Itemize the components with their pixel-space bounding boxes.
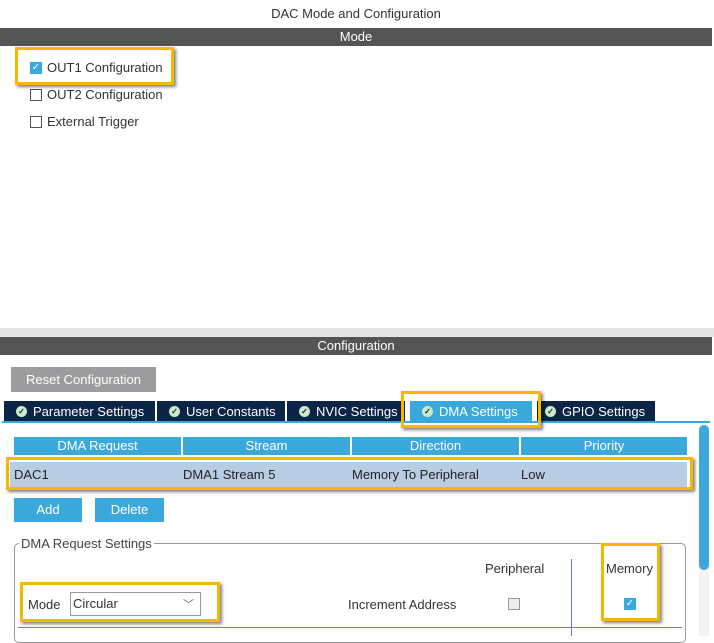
external-trigger-label: External Trigger — [47, 114, 139, 129]
cell-priority: Low — [521, 467, 545, 482]
column-divider — [571, 559, 572, 636]
delete-button[interactable]: Delete — [95, 498, 164, 522]
memory-increment-checkbox[interactable]: ✓ — [624, 598, 636, 610]
column-header[interactable]: Priority — [521, 437, 687, 455]
memory-label: Memory — [606, 561, 653, 576]
mode-value: Circular — [73, 596, 118, 611]
tab-label: NVIC Settings — [316, 403, 398, 419]
out1-label: OUT1 Configuration — [47, 60, 163, 75]
tab-parameter-settings[interactable]: ✓ Parameter Settings — [4, 401, 155, 421]
out2-checkbox[interactable]: OUT2 Configuration — [30, 87, 163, 102]
reset-configuration-button[interactable]: Reset Configuration — [11, 367, 156, 392]
row-divider — [18, 627, 682, 628]
column-header[interactable]: Stream — [183, 437, 350, 455]
scrollbar-thumb[interactable] — [699, 425, 709, 570]
peripheral-label: Peripheral — [485, 561, 545, 576]
splitter[interactable] — [0, 328, 714, 337]
check-circle-icon: ✓ — [16, 405, 27, 417]
check-circle-icon: ✓ — [545, 405, 556, 417]
tab-nvic-settings[interactable]: ✓ NVIC Settings — [287, 401, 405, 421]
mode-select[interactable]: Circular ﹀ — [70, 592, 201, 616]
out2-label: OUT2 Configuration — [47, 87, 163, 102]
mode-label: Mode — [28, 597, 61, 612]
cell-request: DAC1 — [14, 467, 49, 482]
check-circle-icon: ✓ — [169, 405, 180, 417]
add-button[interactable]: Add — [14, 498, 82, 522]
out1-checkbox[interactable]: ✓ OUT1 Configuration — [30, 60, 163, 75]
tab-label: Parameter Settings — [33, 403, 145, 419]
cell-stream: DMA1 Stream 5 — [183, 467, 276, 482]
tab-gpio-settings[interactable]: ✓ GPIO Settings — [537, 401, 655, 421]
external-trigger-checkbox[interactable]: External Trigger — [30, 114, 139, 129]
tab-label: DMA Settings — [439, 403, 518, 419]
column-header[interactable]: Direction — [352, 437, 519, 455]
check-circle-icon: ✓ — [422, 405, 433, 417]
tab-label: GPIO Settings — [562, 403, 646, 419]
tab-label: User Constants — [186, 403, 276, 419]
increment-address-label: Increment Address — [348, 597, 457, 612]
group-legend: DMA Request Settings — [19, 536, 154, 551]
checkbox-icon — [30, 115, 42, 128]
tab-underline — [2, 421, 710, 423]
peripheral-increment-checkbox[interactable] — [508, 598, 520, 610]
cell-direction: Memory To Peripheral — [352, 467, 479, 482]
chevron-down-icon: ﹀ — [183, 599, 194, 611]
column-header[interactable]: DMA Request — [14, 437, 181, 455]
checkbox-icon — [30, 88, 42, 101]
mode-header: Mode — [0, 28, 712, 46]
tab-user-constants[interactable]: ✓ User Constants — [157, 401, 285, 421]
checkbox-checked-icon: ✓ — [30, 61, 42, 74]
check-circle-icon: ✓ — [299, 405, 310, 417]
tab-dma-settings[interactable]: ✓ DMA Settings — [410, 401, 532, 421]
configuration-header: Configuration — [0, 337, 712, 355]
table-row[interactable] — [10, 462, 687, 487]
window-title: DAC Mode and Configuration — [271, 6, 441, 21]
